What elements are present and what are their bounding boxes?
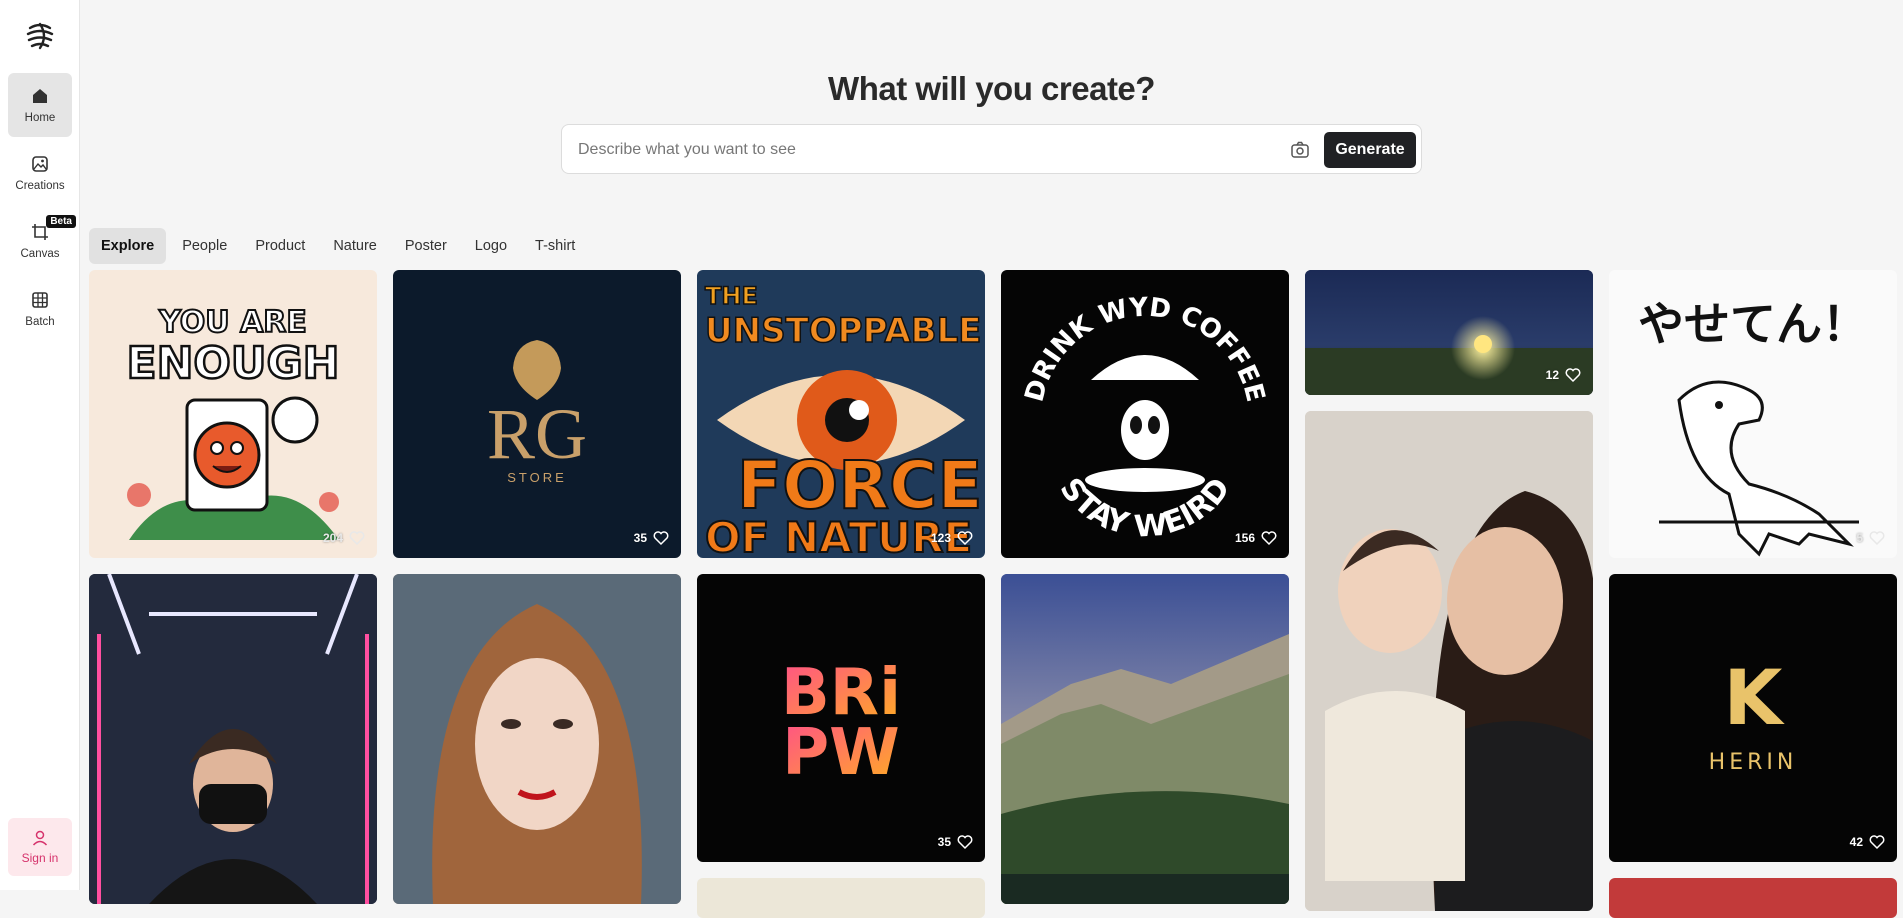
gallery-card-mountain[interactable]: [1001, 574, 1289, 904]
artwork-image: RG STORE: [487, 340, 587, 485]
gallery-card-portrait-woman[interactable]: [393, 574, 681, 904]
sidebar-item-canvas[interactable]: Canvas Beta: [8, 209, 76, 273]
sidebar: Home Creations Canvas Beta Batch Sign in: [0, 0, 80, 890]
like-counter[interactable]: 204: [323, 530, 365, 546]
grid-icon: [32, 292, 48, 308]
brand-logo-icon[interactable]: [24, 20, 56, 52]
gallery-card-you-are-enough[interactable]: YOU ARE ENOUGH 204: [89, 270, 377, 558]
artwork-image: DRINK WYD COFFEE STAY WEIRD: [1020, 293, 1271, 545]
artwork-image: やせてん！: [1638, 297, 1868, 557]
svg-text:ENOUGH: ENOUGH: [127, 338, 340, 389]
gallery-card-drink-coffee[interactable]: DRINK WYD COFFEE STAY WEIRD 156: [1001, 270, 1289, 558]
artwork-image: YOU ARE ENOUGH: [125, 304, 341, 540]
artwork-image: [1305, 411, 1593, 911]
beta-badge: Beta: [46, 215, 76, 228]
page-title: What will you create?: [828, 70, 1155, 107]
tab-poster[interactable]: Poster: [393, 228, 459, 264]
like-counter[interactable]: 156: [1235, 530, 1277, 546]
heart-icon: [1261, 531, 1277, 546]
svg-text:THE: THE: [705, 282, 758, 310]
user-icon: [32, 830, 48, 846]
heart-icon: [957, 835, 973, 850]
prompt-input[interactable]: [578, 138, 1278, 162]
sidebar-item-label: Canvas: [20, 248, 60, 260]
svg-text:UNSTOPPABLE: UNSTOPPABLE: [705, 311, 981, 351]
gallery-card-herin[interactable]: K HERIN 42: [1609, 574, 1897, 862]
sign-in-button[interactable]: Sign in: [8, 818, 72, 876]
sidebar-item-creations[interactable]: Creations: [8, 141, 72, 205]
heart-icon: [1869, 531, 1885, 546]
sidebar-item-batch[interactable]: Batch: [8, 277, 72, 341]
gallery-card-partial[interactable]: [1609, 878, 1897, 918]
like-counter[interactable]: 12: [1546, 367, 1581, 383]
tab-logo[interactable]: Logo: [463, 228, 519, 264]
heart-icon: [1869, 835, 1885, 850]
tab-people[interactable]: People: [170, 228, 239, 264]
artwork-image: [1001, 574, 1289, 904]
svg-text:RG: RG: [487, 394, 587, 474]
heart-icon: [653, 531, 669, 546]
svg-text:PW: PW: [782, 716, 900, 790]
tab-explore[interactable]: Explore: [89, 228, 167, 264]
artwork-image: [89, 574, 377, 904]
sidebar-item-home[interactable]: Home: [8, 73, 72, 137]
like-counter[interactable]: 35: [938, 834, 973, 850]
gallery-card-night-tree[interactable]: 12: [1305, 270, 1593, 395]
like-counter[interactable]: 42: [1850, 834, 1885, 850]
like-counter[interactable]: 123: [931, 530, 973, 546]
artwork-image: [393, 574, 681, 904]
image-icon: [32, 156, 48, 172]
like-counter[interactable]: 35: [634, 530, 669, 546]
svg-text:K: K: [1724, 653, 1786, 742]
artwork-image: THE UNSTOPPABLE FORCE OF NATURE: [704, 281, 984, 558]
artwork-image: K HERIN: [1709, 653, 1798, 775]
sidebar-item-label: Batch: [25, 316, 55, 328]
sidebar-item-label: Home: [24, 112, 56, 124]
svg-text:YOU ARE: YOU ARE: [158, 305, 307, 340]
sidebar-item-label: Creations: [15, 180, 65, 192]
heart-icon: [1565, 368, 1581, 383]
heart-icon: [349, 531, 365, 546]
category-tabs: Explore People Product Nature Poster Log…: [89, 228, 591, 264]
heart-icon: [957, 531, 973, 546]
like-counter[interactable]: 5: [1856, 530, 1885, 546]
gallery-card-mother-child[interactable]: [1305, 411, 1593, 911]
gallery-card-rg-store[interactable]: RG STORE 35: [393, 270, 681, 558]
prompt-bar: Generate: [561, 124, 1422, 174]
tab-tshirt[interactable]: T-shirt: [523, 228, 587, 264]
gallery-card-partial[interactable]: [697, 878, 985, 918]
svg-text:DRINK WYD COFFEE: DRINK WYD COFFEE: [1020, 293, 1271, 405]
generate-button[interactable]: Generate: [1324, 132, 1416, 168]
camera-icon[interactable]: [1289, 139, 1311, 161]
tab-nature[interactable]: Nature: [321, 228, 389, 264]
tab-product[interactable]: Product: [243, 228, 317, 264]
gallery-card-bripw[interactable]: BRi PW 35: [697, 574, 985, 862]
svg-text:STORE: STORE: [507, 470, 567, 485]
artwork-image: BRi PW: [781, 656, 901, 790]
svg-text:HERIN: HERIN: [1709, 750, 1798, 775]
sign-in-label: Sign in: [21, 851, 59, 865]
gallery-card-force-of-nature[interactable]: THE UNSTOPPABLE FORCE OF NATURE 123: [697, 270, 985, 558]
gallery-card-masked-man[interactable]: [89, 574, 377, 904]
home-icon: [33, 89, 47, 103]
gallery-card-dino[interactable]: やせてん！ 5: [1609, 270, 1897, 558]
svg-text:やせてん！: やせてん！: [1638, 297, 1868, 351]
